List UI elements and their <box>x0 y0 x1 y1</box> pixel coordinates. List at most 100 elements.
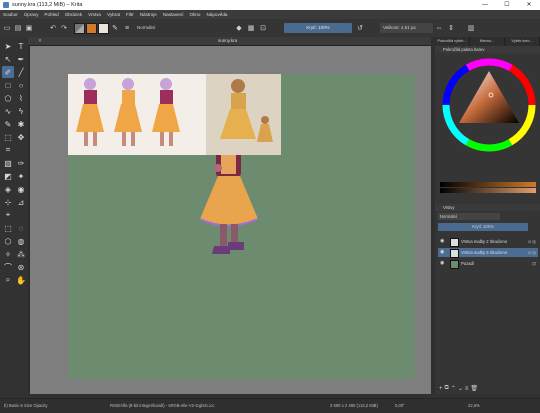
menu-image[interactable]: Obrázek <box>62 12 85 17</box>
redo-icon[interactable]: ↷ <box>59 23 69 33</box>
colorize-mask-tool-icon[interactable]: ◩ <box>2 170 14 182</box>
brush-settings-icon[interactable]: ≡ <box>122 23 132 33</box>
layer-row-0[interactable]: ◉ Vrstva malby 2 Sloučeno α ◎ <box>438 237 538 247</box>
crop-tool-icon[interactable]: ⌗ <box>2 144 14 156</box>
minimize-button[interactable]: — <box>474 0 496 10</box>
color-gradient-bar-2[interactable] <box>440 188 536 193</box>
layer-visibility-icon[interactable]: ◉ <box>440 248 444 257</box>
maximize-button[interactable]: ☐ <box>496 0 518 10</box>
size-slider[interactable]: Velikost: 4,51 px <box>380 23 433 33</box>
zoom-tool-icon[interactable]: ⌕ <box>2 274 14 286</box>
select-shapes-tool-icon[interactable]: ➤ <box>2 40 14 52</box>
menu-select[interactable]: Vybrat <box>104 12 123 17</box>
polygon-selection-tool-icon[interactable]: ⬡ <box>2 235 14 247</box>
edit-shapes-tool-icon[interactable]: ↖ <box>2 53 14 65</box>
tab-mixer[interactable]: Mezno... <box>470 37 505 46</box>
layer-flags-icon[interactable]: α ◎ <box>528 248 536 257</box>
menu-layer[interactable]: Vrstva <box>85 12 104 17</box>
layer-visibility-icon[interactable]: ◉ <box>440 237 444 246</box>
opacity-reset-icon[interactable]: ↺ <box>355 23 365 33</box>
mirror-vertical-icon[interactable]: ⇕ <box>446 23 456 33</box>
layer-lock-icon[interactable]: ⊡ <box>532 259 536 268</box>
color-gradient-bar-1[interactable] <box>440 182 536 187</box>
bezier-selection-tool-icon[interactable]: ⌒ <box>2 261 14 273</box>
layer-properties-icon[interactable]: ≡ <box>465 386 469 392</box>
opacity-slider[interactable]: Krytí: 100% <box>284 23 352 33</box>
tab-advanced-color-selector[interactable]: Pokročilá výběr... <box>435 37 470 46</box>
move-layer-up-icon[interactable]: ⌃ <box>451 385 456 392</box>
layer-row-1[interactable]: ◉ Vrstva malby 6 Sloučeno α ◎ <box>438 248 538 258</box>
calligraphy-tool-icon[interactable]: ✒ <box>15 53 27 65</box>
layer-visibility-icon[interactable]: ◉ <box>440 259 444 268</box>
text-tool-icon[interactable]: T <box>15 40 27 52</box>
lock-icon[interactable]: ⊡ <box>258 23 268 33</box>
polyline-tool-icon[interactable]: ⌇ <box>15 92 27 104</box>
bezier-tool-icon[interactable]: ∿ <box>2 105 14 117</box>
status-brush-preset[interactable]: b) Basic-5 Size Opacity <box>4 403 48 408</box>
menu-view[interactable]: Pohled <box>41 12 61 17</box>
open-document-icon[interactable]: ▤ <box>13 23 23 33</box>
reference-images-tool-icon[interactable]: ⌖ <box>2 209 14 221</box>
foreground-color-swatch[interactable] <box>86 23 97 34</box>
freehand-selection-tool-icon[interactable]: ◍ <box>15 235 27 247</box>
enclose-fill-tool-icon[interactable]: ◉ <box>15 183 27 195</box>
assistant-tool-icon[interactable]: ⊹ <box>2 196 14 208</box>
measure-tool-icon[interactable]: ⊿ <box>15 196 27 208</box>
menu-file[interactable]: Soubor <box>0 12 21 17</box>
move-layer-down-icon[interactable]: ⌄ <box>458 385 463 392</box>
close-button[interactable]: ✕ <box>518 0 540 10</box>
preserve-alpha-icon[interactable]: ▦ <box>246 23 256 33</box>
close-document-icon[interactable]: ✕ <box>38 37 42 45</box>
blend-mode-select[interactable]: Normální <box>134 23 183 33</box>
add-layer-icon[interactable]: + <box>439 386 443 392</box>
save-icon[interactable]: ▣ <box>24 23 34 33</box>
dynamic-brush-tool-icon[interactable]: ✎ <box>2 118 14 130</box>
canvas-viewport[interactable] <box>30 46 431 394</box>
polygon-tool-icon[interactable]: ⬠ <box>2 92 14 104</box>
color-wheel[interactable] <box>441 57 537 153</box>
copy-layer-icon[interactable]: ⧉ <box>445 385 449 392</box>
ellipse-tool-icon[interactable]: ○ <box>15 79 27 91</box>
line-tool-icon[interactable]: ╱ <box>15 66 27 78</box>
layer-row-2[interactable]: ◉ Pozadí ⊡ <box>438 259 538 269</box>
layers-blend-mode-select[interactable]: Normální <box>438 213 500 220</box>
menu-tools[interactable]: Nástroje <box>137 12 160 17</box>
menu-edit[interactable]: Úpravy <box>21 12 42 17</box>
similar-selection-tool-icon[interactable]: ⁂ <box>15 248 27 260</box>
undo-icon[interactable]: ↶ <box>48 23 58 33</box>
reference-image[interactable] <box>68 74 281 155</box>
menu-settings[interactable]: Nastavení <box>160 12 187 17</box>
ellipse-selection-tool-icon[interactable]: ◌ <box>15 222 27 234</box>
pan-tool-icon[interactable]: ✋ <box>15 274 27 286</box>
workspace-icon[interactable]: ▥ <box>466 23 476 33</box>
freehand-path-tool-icon[interactable]: ϟ <box>15 105 27 117</box>
menu-filter[interactable]: Filtr <box>123 12 137 17</box>
brush-preset-icon[interactable]: ✎ <box>110 23 120 33</box>
rectangle-tool-icon[interactable]: □ <box>2 79 14 91</box>
delete-layer-icon[interactable]: 🗑 <box>470 385 478 392</box>
move-tool-icon[interactable]: ✥ <box>15 131 27 143</box>
fill-tool-icon[interactable]: ◈ <box>2 183 14 195</box>
magnetic-selection-tool-icon[interactable]: ⊛ <box>15 261 27 273</box>
layer-flags-icon[interactable]: α ◎ <box>528 237 536 246</box>
fill-pattern-swatch[interactable] <box>74 23 85 34</box>
menu-window[interactable]: Okno <box>187 12 204 17</box>
smart-patch-tool-icon[interactable]: ✦ <box>15 170 27 182</box>
document-tab[interactable]: ✕ sunny.kra <box>28 37 433 46</box>
layers-opacity-slider[interactable]: Krytí: 100% <box>438 223 528 231</box>
eraser-mode-icon[interactable]: ◆ <box>234 23 244 33</box>
rect-selection-tool-icon[interactable]: ⬚ <box>2 222 14 234</box>
mirror-horizontal-icon[interactable]: ⇔ <box>434 23 444 33</box>
color-picker-tool-icon[interactable]: ✑ <box>15 157 27 169</box>
menu-help[interactable]: Nápověda <box>203 12 230 17</box>
multibrush-tool-icon[interactable]: ✱ <box>15 118 27 130</box>
tab-color-selector[interactable]: Výběr kom... <box>505 37 540 46</box>
status-zoom[interactable]: 22,6% <box>468 403 480 408</box>
freehand-brush-tool-icon[interactable]: ✐ <box>2 66 14 78</box>
background-color-swatch[interactable] <box>98 23 109 34</box>
status-rotation[interactable]: 0,00° <box>395 403 405 408</box>
contiguous-selection-tool-icon[interactable]: ✧ <box>2 248 14 260</box>
gradient-tool-icon[interactable]: ▧ <box>2 157 14 169</box>
transform-tool-icon[interactable]: ⬚ <box>2 131 14 143</box>
new-document-icon[interactable]: ▭ <box>2 23 12 33</box>
